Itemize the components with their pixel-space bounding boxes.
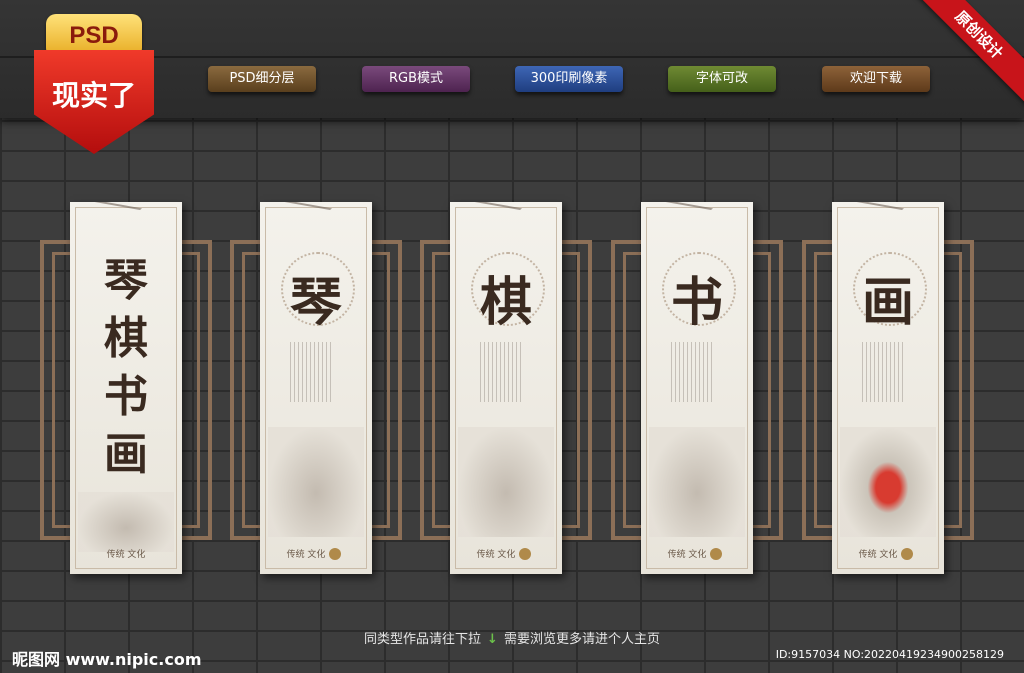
body-text-block xyxy=(290,342,332,402)
title-char: 画 xyxy=(104,429,148,480)
feature-pill-rgb: RGB模式 xyxy=(362,66,470,92)
scroll-board: 棋 传统 文化 xyxy=(450,202,562,574)
panel-character: 棋 xyxy=(479,272,532,333)
title-char: 琴 xyxy=(104,255,148,306)
panel-footer: 传统 文化 xyxy=(641,547,753,560)
panel-shu: 书 传统 文化 xyxy=(611,200,783,580)
panel-character: 书 xyxy=(670,272,723,333)
panel-footer: 传统 文化 xyxy=(106,550,146,560)
vertical-title: 琴 棋 书 画 xyxy=(98,252,154,484)
scroll-board: 书 传统 文化 xyxy=(641,202,753,574)
calligrapher-illustration xyxy=(649,427,745,537)
seal-icon xyxy=(901,548,914,560)
down-arrow-icon: ↓ xyxy=(487,632,498,647)
work-id: ID:9157034 NO:20220419234900258129 xyxy=(775,648,1004,661)
panel-footer: 传统 文化 xyxy=(450,547,562,560)
scroll-board: 琴 传统 文化 xyxy=(260,202,372,574)
panel-qin: 琴 传统 文化 xyxy=(230,200,402,580)
body-text-block xyxy=(671,342,713,402)
seal-icon xyxy=(710,548,723,560)
body-text-block xyxy=(862,342,904,402)
seal-icon xyxy=(519,548,532,560)
shield-icon: 现实了 xyxy=(34,50,154,154)
site-logo[interactable]: 昵图网 www.nipic.com xyxy=(12,646,202,670)
panel-qi: 棋 传统 文化 xyxy=(420,200,592,580)
badge-slogan: 现实了 xyxy=(51,79,136,112)
panel-footer: 传统 文化 xyxy=(832,547,944,560)
bottom-bar: 同类型作品请往下拉 ↓ 需要浏览更多请进个人主页 昵图网 www.nipic.com… xyxy=(0,624,1024,673)
scroll-board: 画 传统 文化 xyxy=(832,202,944,574)
feature-pill-layers: PSD细分层 xyxy=(208,66,316,92)
panel-title: 琴 棋 书 画 传统 文化 xyxy=(40,200,212,580)
browse-hint: 同类型作品请往下拉 ↓ 需要浏览更多请进个人主页 xyxy=(0,628,1024,647)
title-char: 书 xyxy=(104,371,148,422)
panel-character: 琴 xyxy=(289,272,342,333)
scholar-zither-illustration xyxy=(268,427,364,537)
psd-badge: PSD 现实了 xyxy=(34,14,154,154)
feature-pill-dpi: 300印刷像素 xyxy=(515,66,623,92)
body-text-block xyxy=(480,342,522,402)
hint-scroll-down: 同类型作品请往下拉 xyxy=(364,632,482,647)
feature-pill-font: 字体可改 xyxy=(668,66,776,92)
painter-red-robe-illustration xyxy=(840,427,936,537)
title-char: 棋 xyxy=(104,313,148,364)
panel-hua: 画 传统 文化 xyxy=(802,200,974,580)
scroll-board: 琴 棋 书 画 传统 文化 xyxy=(70,202,182,574)
panel-footer: 传统 文化 xyxy=(260,547,372,560)
feature-pill-download: 欢迎下载 xyxy=(822,66,930,92)
landscape-illustration xyxy=(78,492,174,552)
seal-icon xyxy=(329,548,342,560)
panel-character: 画 xyxy=(861,272,914,333)
chess-players-illustration xyxy=(458,427,554,537)
hint-homepage[interactable]: 需要浏览更多请进个人主页 xyxy=(504,632,660,647)
